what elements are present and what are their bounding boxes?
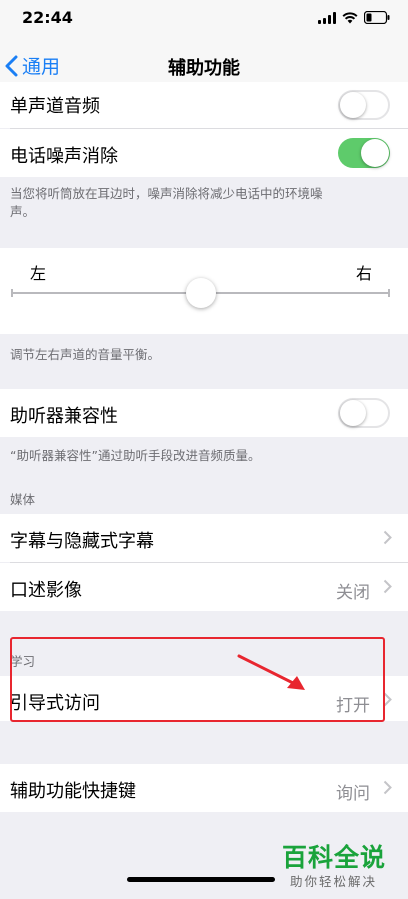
status-icons [318,10,390,26]
media-section-header: 媒体 [10,492,36,507]
wifi-icon [342,9,358,28]
mono-audio-label: 单声道音频 [10,96,100,117]
mono-audio-row[interactable]: 单声道音频 [0,82,408,128]
subtitles-row[interactable]: 字幕与隐藏式字幕 [0,514,408,562]
hearing-aid-note: “助听器兼容性”通过助听手段改进音频质量。 [10,448,261,463]
noise-cancel-note: 当您将听筒放在耳边时，噪声消除将减少电话中的环境噪声。 [10,186,323,219]
chevron-right-icon [383,780,392,795]
signal-icon [318,9,336,28]
slider-tick-left [11,289,13,297]
toggle-knob [361,139,389,167]
toggle-knob [340,92,366,118]
watermark-logo: 百科全说 助你轻松解决 [276,834,398,892]
audio-desc-row[interactable]: 口述影像 关闭 [0,563,408,611]
status-bar: 22:44 [0,0,408,36]
toggle-knob [340,400,366,426]
chevron-right-icon [383,579,392,594]
hearing-aid-row[interactable]: 助听器兼容性 [0,389,408,437]
shortcut-value: 询问 [336,784,370,804]
hearing-aid-toggle[interactable] [338,398,390,428]
noise-cancel-row[interactable]: 电话噪声消除 [0,129,408,177]
annotation-highlight-box [10,637,385,722]
page-title: 辅助功能 [168,58,240,79]
balance-left-label: 左 [30,264,47,283]
watermark-title: 百科全说 [282,843,387,872]
audio-desc-label: 口述影像 [10,580,82,601]
subtitles-label: 字幕与隐藏式字幕 [10,531,154,552]
watermark-subtitle: 助你轻松解决 [290,874,378,889]
mono-audio-toggle[interactable] [338,90,390,120]
slider-tick-right [388,289,390,297]
home-indicator [127,877,275,882]
status-time: 22:44 [22,8,73,27]
noise-cancel-label: 电话噪声消除 [10,146,118,167]
chevron-right-icon [383,530,392,545]
noise-cancel-toggle[interactable] [338,138,390,168]
shortcut-row[interactable]: 辅助功能快捷键 询问 [0,764,408,812]
arrow-icon [237,654,305,690]
balance-slider-knob[interactable] [186,278,216,308]
shortcut-label: 辅助功能快捷键 [10,781,136,802]
hearing-aid-label: 助听器兼容性 [10,406,118,427]
balance-row: 左 右 [0,248,408,334]
audio-desc-value: 关闭 [336,583,370,603]
balance-right-label: 右 [355,264,372,283]
battery-icon [363,9,390,28]
balance-note: 调节左右声道的音量平衡。 [10,347,161,362]
